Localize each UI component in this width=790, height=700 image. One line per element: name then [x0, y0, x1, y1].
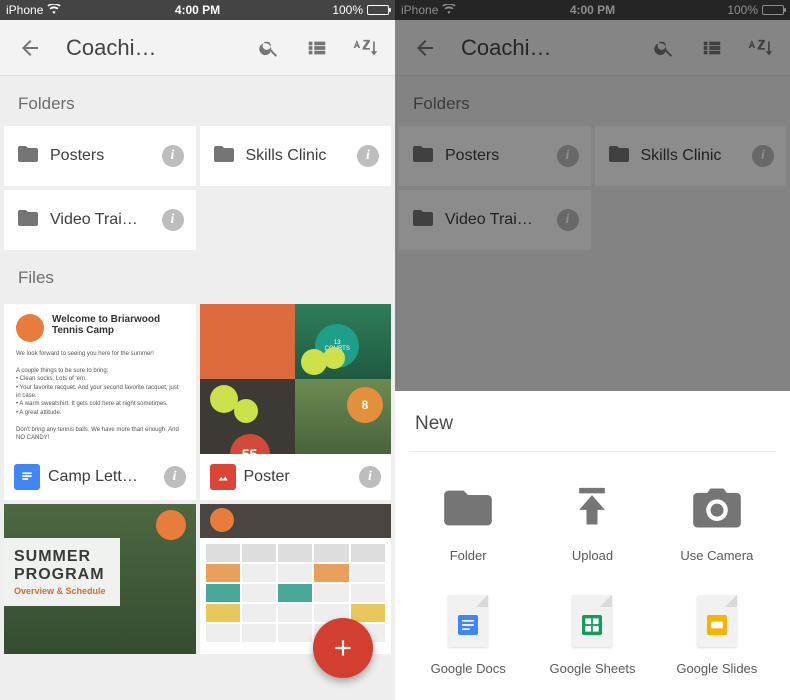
folder-icon [16, 206, 40, 235]
info-icon[interactable]: i [162, 209, 184, 231]
file-thumbnail: Welcome to Briarwood Tennis Camp We look… [4, 304, 196, 454]
docs-icon [14, 464, 40, 490]
screen-drive-new-sheet: iPhone 4:00 PM 100% Coachi… Folders [395, 0, 790, 700]
info-icon[interactable]: i [357, 145, 379, 167]
app-bar: Coachi… [0, 20, 395, 76]
google-docs-icon [440, 593, 496, 649]
clock: 4:00 PM [134, 3, 262, 17]
new-camera[interactable]: Use Camera [658, 480, 776, 563]
info-icon[interactable]: i [162, 145, 184, 167]
file-thumbnail: 13COURTS 55 8 [200, 304, 392, 454]
folder-video-training[interactable]: Video Trai… i [4, 190, 196, 250]
file-poster[interactable]: 13COURTS 55 8 Poster i [200, 304, 392, 500]
fab-new[interactable] [313, 618, 373, 678]
file-camp-letter[interactable]: Welcome to Briarwood Tennis Camp We look… [4, 304, 196, 500]
google-slides-icon [689, 593, 745, 649]
folders-header: Folders [0, 76, 395, 126]
file-grid: Welcome to Briarwood Tennis Camp We look… [0, 300, 395, 658]
view-list-button[interactable] [297, 28, 337, 68]
status-bar: iPhone 4:00 PM 100% [0, 0, 395, 20]
google-sheets-icon [564, 593, 620, 649]
file-name: Poster [244, 468, 352, 486]
image-icon [210, 464, 236, 490]
folder-posters[interactable]: Posters i [4, 126, 196, 186]
battery-pct: 100% [332, 3, 363, 17]
wifi-icon [47, 3, 61, 17]
back-button[interactable] [10, 28, 50, 68]
carrier-label: iPhone [6, 3, 43, 17]
folder-skills-clinic[interactable]: Skills Clinic i [200, 126, 392, 186]
camera-icon [689, 480, 745, 536]
sheet-title: New [409, 409, 776, 452]
file-thumbnail: SUMMER PROGRAM Overview & Schedule [4, 504, 196, 654]
folder-grid: Posters i Skills Clinic i Video Trai… i [0, 126, 395, 250]
new-upload[interactable]: Upload [533, 480, 651, 563]
battery-icon [367, 5, 389, 15]
page-title: Coachi… [66, 35, 156, 61]
file-name: Camp Lett… [48, 468, 156, 486]
info-icon[interactable]: i [359, 466, 381, 488]
folder-name: Posters [50, 147, 152, 165]
screen-drive-listing: iPhone 4:00 PM 100% Coachi… Folders [0, 0, 395, 700]
folder-name: Video Trai… [50, 211, 152, 229]
new-folder[interactable]: Folder [409, 480, 527, 563]
sort-az-button[interactable] [345, 28, 385, 68]
folder-icon [212, 142, 236, 171]
new-google-sheets[interactable]: Google Sheets [533, 593, 651, 676]
new-bottom-sheet: New Folder Upload Use Camera [395, 391, 790, 700]
new-google-docs[interactable]: Google Docs [409, 593, 527, 676]
upload-icon [564, 480, 620, 536]
folder-icon [16, 142, 40, 171]
new-google-slides[interactable]: Google Slides [658, 593, 776, 676]
file-summer-program[interactable]: SUMMER PROGRAM Overview & Schedule [4, 504, 196, 654]
info-icon[interactable]: i [164, 466, 186, 488]
search-button[interactable] [249, 28, 289, 68]
files-header: Files [0, 250, 395, 300]
folder-icon [440, 480, 496, 536]
folder-name: Skills Clinic [246, 147, 348, 165]
